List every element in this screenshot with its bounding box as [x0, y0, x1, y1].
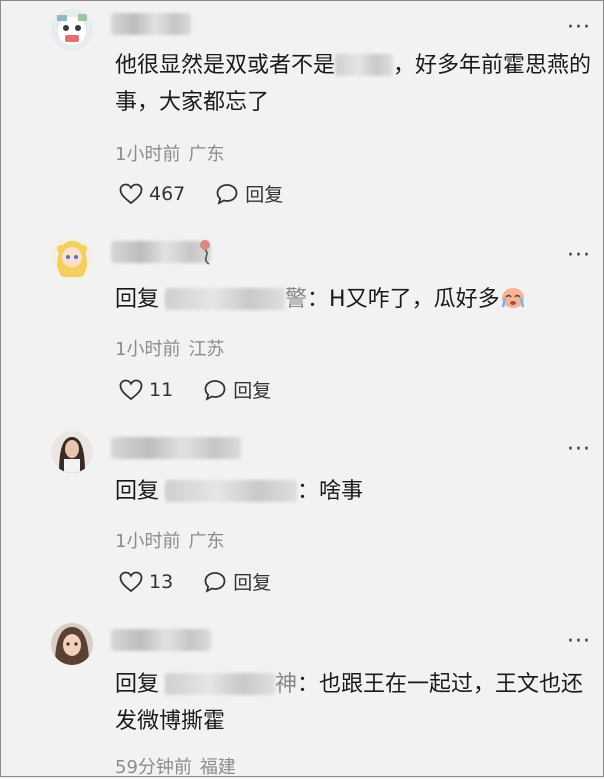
comment-meta: 1小时前 广东	[115, 140, 232, 166]
comment-meta: 59分钟前 福建	[115, 753, 244, 779]
like-button[interactable]: 11	[119, 379, 173, 401]
avatar[interactable]	[51, 9, 93, 51]
reply-button[interactable]: 回复	[215, 180, 283, 207]
comment-bubble-icon	[204, 571, 226, 593]
reply-label: 回复	[245, 184, 284, 206]
more-options-icon[interactable]: ···	[567, 245, 591, 267]
username-decoration	[197, 237, 217, 267]
redacted-username	[165, 480, 298, 502]
comment-actions: 11 回复	[119, 376, 271, 403]
like-button[interactable]: 13	[119, 571, 173, 593]
comment-meta: 1小时前 江苏	[115, 335, 232, 361]
more-options-icon[interactable]: ···	[567, 17, 591, 39]
more-options-icon[interactable]: ···	[567, 439, 591, 461]
reply-label: 回复	[233, 380, 272, 402]
reply-button[interactable]: 回复	[203, 376, 271, 403]
like-count: 11	[149, 378, 174, 401]
redacted-username	[165, 288, 286, 310]
timestamp: 1小时前	[115, 531, 181, 552]
avatar[interactable]	[51, 237, 93, 279]
reply-button[interactable]: 回复	[203, 568, 271, 595]
comment-bubble-icon	[204, 379, 226, 401]
timestamp: 1小时前	[115, 339, 181, 360]
comment-actions: 467 回复	[119, 180, 283, 207]
username-blurred[interactable]	[111, 629, 211, 651]
like-count: 13	[149, 570, 174, 593]
comment-meta: 1小时前 广东	[115, 527, 232, 553]
comment-text: 他很显然是双或者不是 ，好多年前霍思燕的事，大家都忘了	[115, 53, 592, 115]
crying-face-emoji	[501, 288, 524, 308]
like-button[interactable]: 467	[119, 183, 185, 205]
more-options-icon[interactable]: ···	[567, 631, 591, 653]
heart-icon	[119, 571, 143, 592]
location: 广东	[188, 531, 225, 552]
like-count: 467	[149, 182, 186, 205]
location: 江苏	[188, 339, 225, 360]
heart-icon	[119, 379, 143, 400]
timestamp: 59分钟前	[115, 757, 192, 778]
redacted-username	[165, 673, 276, 695]
reply-prefix: 回复	[115, 287, 160, 312]
heart-icon	[119, 183, 143, 204]
username-blurred[interactable]	[111, 241, 211, 263]
timestamp: 1小时前	[115, 144, 181, 165]
reply-prefix: 回复	[115, 672, 160, 697]
avatar[interactable]	[51, 431, 93, 473]
comment-list: ··· 他很显然是双或者不是 ，好多年前霍思燕的事，大家都忘了 1小时前 广东 46…	[0, 0, 604, 779]
avatar[interactable]	[51, 623, 93, 665]
comment-actions: 13 回复	[119, 568, 271, 595]
username-blurred[interactable]	[111, 437, 241, 459]
comment-bubble-icon	[216, 183, 238, 205]
reply-text: 回复 ：啥事	[115, 479, 364, 504]
location: 广东	[188, 144, 225, 165]
reply-label: 回复	[233, 572, 272, 594]
reply-prefix: 回复	[115, 479, 160, 504]
redacted-text	[335, 54, 394, 76]
location: 福建	[199, 757, 236, 778]
reply-text: 回复 神：也跟王在一起过，王文也还发微博撕霍	[115, 672, 584, 734]
reply-text: 回复 警：H又咋了，瓜好多	[115, 281, 595, 318]
username-blurred[interactable]	[111, 13, 191, 35]
